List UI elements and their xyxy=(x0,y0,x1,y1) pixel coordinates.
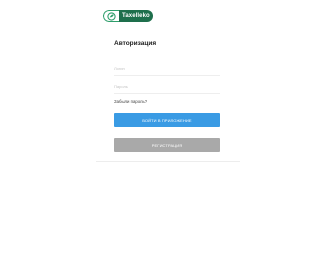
login-button[interactable]: Войти в приложение xyxy=(114,113,220,127)
login-page: Taxelleko Авторизация Забыли пароль? Вой… xyxy=(0,0,336,280)
brand-logo[interactable]: Taxelleko xyxy=(103,10,153,22)
register-button[interactable]: Регистрация xyxy=(114,138,220,152)
divider xyxy=(96,161,240,162)
brand-name: Taxelleko xyxy=(119,10,153,22)
forgot-password-link[interactable]: Забыли пароль? xyxy=(114,99,147,104)
page-title: Авторизация xyxy=(114,40,157,47)
password-field[interactable] xyxy=(114,80,220,94)
login-field[interactable] xyxy=(114,62,220,76)
leaf-circle-icon xyxy=(103,10,119,22)
